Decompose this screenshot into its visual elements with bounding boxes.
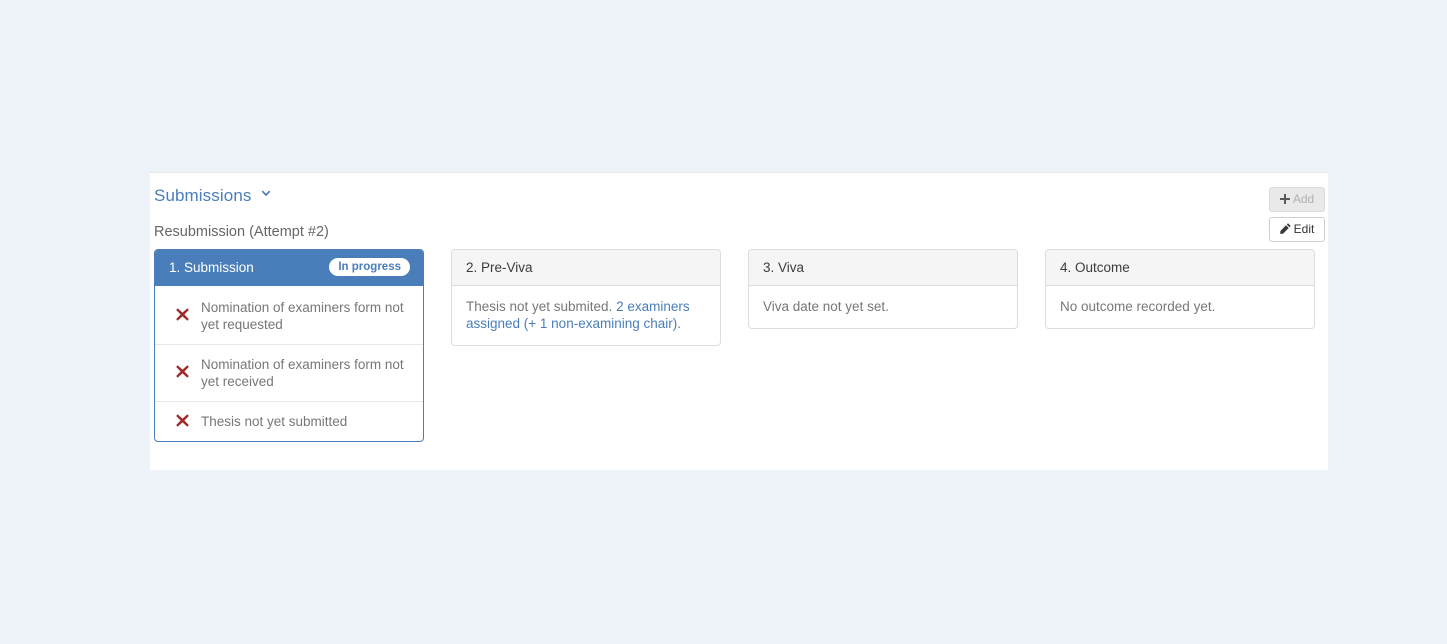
section-title-submissions[interactable]: Submissions bbox=[154, 185, 251, 207]
stage-card-submission[interactable]: 1. Submission In progress Nomination of … bbox=[154, 249, 424, 442]
submissions-panel: Submissions Resubmission (Attempt #2) Ad… bbox=[150, 172, 1328, 470]
submission-checklist: Nomination of examiners form not yet req… bbox=[155, 286, 423, 441]
stage-card-header: 1. Submission In progress bbox=[155, 250, 423, 286]
pre-viva-status-suffix: . bbox=[677, 316, 681, 331]
stage-cards: 1. Submission In progress Nomination of … bbox=[154, 249, 1324, 461]
stage-card-body: Thesis not yet submited. 2 examiners ass… bbox=[452, 286, 720, 345]
stage-card-pre-viva[interactable]: 2. Pre-Viva Thesis not yet submited. 2 e… bbox=[451, 249, 721, 346]
stage-card-title: 1. Submission bbox=[169, 260, 254, 275]
x-mark-icon bbox=[176, 414, 189, 430]
stage-card-header: 4. Outcome bbox=[1046, 250, 1314, 286]
panel-action-buttons: Add Edit bbox=[1269, 187, 1325, 242]
add-button-label: Add bbox=[1293, 188, 1314, 211]
stage-card-viva[interactable]: 3. Viva Viva date not yet set. bbox=[748, 249, 1018, 329]
stage-card-title: 4. Outcome bbox=[1060, 260, 1130, 275]
stage-card-body: No outcome recorded yet. bbox=[1046, 286, 1314, 328]
checklist-item: Nomination of examiners form not yet rec… bbox=[155, 344, 423, 401]
edit-button-label: Edit bbox=[1294, 218, 1315, 241]
checklist-item-label: Nomination of examiners form not yet rec… bbox=[201, 357, 404, 389]
stage-card-header: 2. Pre-Viva bbox=[452, 250, 720, 286]
stage-card-body: Nomination of examiners form not yet req… bbox=[155, 286, 423, 441]
add-button[interactable]: Add bbox=[1269, 187, 1325, 212]
stage-card-body: Viva date not yet set. bbox=[749, 286, 1017, 328]
edit-button[interactable]: Edit bbox=[1269, 217, 1325, 242]
viva-status-text: Viva date not yet set. bbox=[763, 299, 889, 314]
outcome-status-text: No outcome recorded yet. bbox=[1060, 299, 1215, 314]
pre-viva-status-text: Thesis not yet submited. bbox=[466, 299, 616, 314]
pencil-icon bbox=[1280, 223, 1291, 234]
x-mark-icon bbox=[176, 365, 189, 381]
chevron-down-icon[interactable] bbox=[260, 188, 272, 200]
stage-card-outcome[interactable]: 4. Outcome No outcome recorded yet. bbox=[1045, 249, 1315, 329]
plus-icon bbox=[1280, 194, 1290, 204]
panel-header: Submissions bbox=[154, 185, 272, 207]
stage-card-title: 2. Pre-Viva bbox=[466, 260, 533, 275]
checklist-item: Nomination of examiners form not yet req… bbox=[155, 288, 423, 344]
checklist-item-label: Thesis not yet submitted bbox=[201, 414, 347, 429]
checklist-item-label: Nomination of examiners form not yet req… bbox=[201, 300, 404, 332]
x-mark-icon bbox=[176, 308, 189, 324]
status-badge: In progress bbox=[329, 258, 410, 276]
stage-card-header: 3. Viva bbox=[749, 250, 1017, 286]
checklist-item: Thesis not yet submitted bbox=[155, 401, 423, 441]
attempt-label: Resubmission (Attempt #2) bbox=[154, 222, 329, 242]
stage-card-title: 3. Viva bbox=[763, 260, 804, 275]
